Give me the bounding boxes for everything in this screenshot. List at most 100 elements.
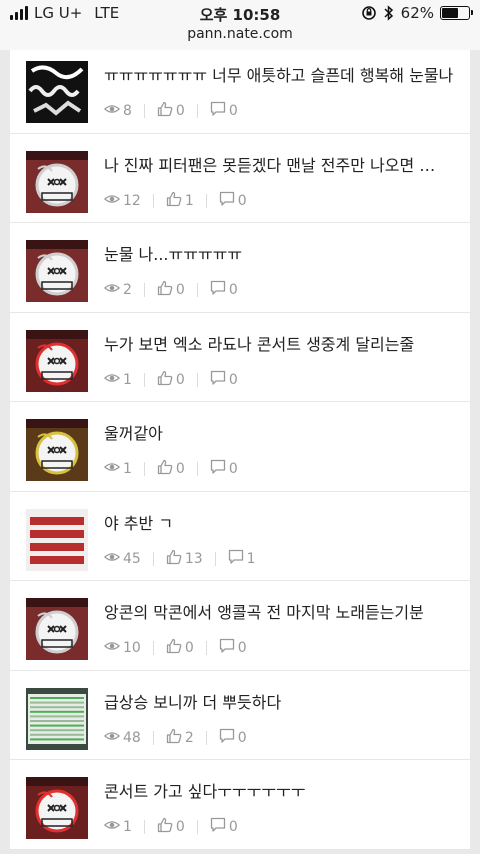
post-meta: 8 0 0 (104, 101, 238, 121)
view-count: 48 (123, 729, 141, 746)
like-count: 1 (184, 192, 194, 209)
battery-icon (440, 6, 473, 20)
post-title[interactable]: 나 진짜 피터팬은 못듣겠다 맨날 전주만 나오면 … (104, 155, 454, 177)
comment-icon (228, 549, 244, 569)
comment-count: 0 (228, 371, 238, 388)
view-count: 45 (123, 550, 141, 567)
meta-divider (152, 193, 154, 208)
thumbs-up-icon (166, 638, 182, 658)
eye-icon (104, 549, 120, 569)
post-title[interactable]: ㅠㅠㅠㅠㅠㅠㅠ 너무 애틋하고 슬픈데 행복해 눈물나 (104, 65, 454, 87)
view-count: 1 (123, 371, 132, 388)
post-meta: 1 0 0 (104, 459, 238, 479)
like-count: 0 (175, 371, 185, 388)
comment-count: 0 (228, 103, 238, 119)
post-thumbnail[interactable] (26, 329, 88, 392)
like-count: 0 (175, 282, 185, 298)
url-bar[interactable]: pann.nate.com (0, 26, 480, 42)
thumbs-up-icon (166, 549, 182, 569)
status-right: 62% (361, 4, 473, 22)
post-title[interactable]: 야 추반 ㄱ (104, 513, 454, 535)
list-item[interactable]: 누가 보면 엑소 라됴나 콘서트 생중계 달리는줄 1 0 0 (10, 312, 470, 402)
post-thumbnail[interactable] (26, 419, 88, 481)
meta-divider (196, 104, 198, 118)
meta-divider (196, 820, 198, 834)
meta-divider (196, 283, 198, 297)
post-thumbnail[interactable] (26, 150, 88, 213)
view-count: 2 (123, 282, 132, 298)
comment-icon (219, 638, 235, 658)
like-count: 0 (184, 640, 194, 656)
post-meta: 48 2 0 (104, 728, 247, 748)
meta-divider (143, 104, 145, 118)
like-count: 2 (184, 729, 194, 746)
list-item[interactable]: 콘서트 가고 싶다ㅜㅜㅜㅜㅜㅜ 1 0 0 (10, 760, 470, 850)
post-thumbnail[interactable] (26, 508, 88, 571)
status-bar: LG U+ LTE 오후 10:58 62% pann.nate.com (0, 0, 480, 50)
post-thumbnail[interactable] (26, 598, 88, 660)
post-meta: 10 0 0 (104, 638, 247, 658)
eye-icon (104, 728, 120, 748)
view-count: 10 (123, 640, 141, 656)
meta-divider (214, 551, 216, 566)
rotation-lock-icon (361, 6, 376, 20)
like-count: 0 (175, 461, 185, 477)
comment-count: 0 (228, 461, 238, 477)
eye-icon (104, 459, 120, 479)
comment-icon (210, 817, 226, 837)
thumbs-up-icon (157, 101, 173, 121)
meta-divider (152, 641, 154, 655)
view-count: 12 (123, 192, 141, 209)
list-item[interactable]: 급상승 보니까 더 뿌듯하다 48 2 0 (10, 670, 470, 760)
comment-icon (219, 191, 235, 211)
comment-icon (210, 370, 226, 390)
list-item[interactable]: 울꺼같아 1 0 0 (10, 402, 470, 492)
list-item[interactable]: 눈물 나...ㅠㅠㅠㅠㅠ 2 0 0 (10, 223, 470, 313)
comment-count: 1 (246, 550, 256, 567)
thumbs-up-icon (157, 817, 173, 837)
post-title[interactable]: 급상승 보니까 더 뿌듯하다 (104, 692, 454, 714)
comment-count: 0 (228, 282, 238, 298)
meta-divider (205, 730, 207, 745)
view-count: 8 (123, 103, 132, 119)
post-title[interactable]: 울꺼같아 (104, 423, 454, 445)
meta-divider (196, 372, 198, 387)
post-title[interactable]: 눈물 나...ㅠㅠㅠㅠㅠ (104, 244, 454, 266)
post-meta: 45 13 1 (104, 549, 256, 569)
list-item[interactable]: 나 진짜 피터팬은 못듣겠다 맨날 전주만 나오면 … 12 1 0 (10, 133, 470, 223)
post-list: ㅠㅠㅠㅠㅠㅠㅠ 너무 애틋하고 슬픈데 행복해 눈물나 8 0 0 나 진짜 피터팬은 … (10, 44, 470, 850)
thumbs-up-icon (157, 370, 173, 390)
eye-icon (104, 280, 120, 300)
comment-count: 0 (237, 729, 247, 746)
post-thumbnail[interactable] (26, 687, 88, 750)
post-thumbnail[interactable] (26, 61, 88, 123)
comment-count: 0 (237, 192, 247, 209)
comment-icon (210, 101, 226, 121)
post-meta: 12 1 0 (104, 191, 247, 211)
post-title[interactable]: 누가 보면 엑소 라됴나 콘서트 생중계 달리는줄 (104, 334, 454, 356)
post-thumbnail[interactable] (26, 777, 88, 839)
eye-icon (104, 370, 120, 390)
post-title[interactable]: 앙콘의 막콘에서 앵콜곡 전 마지막 노래듣는기분 (104, 602, 454, 624)
list-item[interactable]: 앙콘의 막콘에서 앵콜곡 전 마지막 노래듣는기분 10 0 0 (10, 581, 470, 671)
list-item[interactable]: ㅠㅠㅠㅠㅠㅠㅠ 너무 애틋하고 슬픈데 행복해 눈물나 8 0 0 (10, 44, 470, 134)
thumbs-up-icon (157, 280, 173, 300)
list-item[interactable]: 야 추반 ㄱ 45 13 1 (10, 491, 470, 581)
comment-count: 0 (228, 819, 238, 835)
view-count: 1 (123, 461, 132, 477)
like-count: 0 (175, 103, 185, 119)
meta-divider (152, 730, 154, 745)
comment-count: 0 (237, 640, 247, 656)
comment-icon (210, 459, 226, 479)
meta-divider (143, 820, 145, 834)
post-thumbnail[interactable] (26, 240, 88, 302)
meta-divider (143, 283, 145, 297)
comment-icon (210, 280, 226, 300)
post-meta: 1 0 0 (104, 370, 238, 390)
comment-icon (219, 728, 235, 748)
like-count: 0 (175, 819, 185, 835)
post-title[interactable]: 콘서트 가고 싶다ㅜㅜㅜㅜㅜㅜ (104, 781, 454, 803)
eye-icon (104, 101, 120, 121)
thumbs-up-icon (157, 459, 173, 479)
meta-divider (196, 462, 198, 476)
